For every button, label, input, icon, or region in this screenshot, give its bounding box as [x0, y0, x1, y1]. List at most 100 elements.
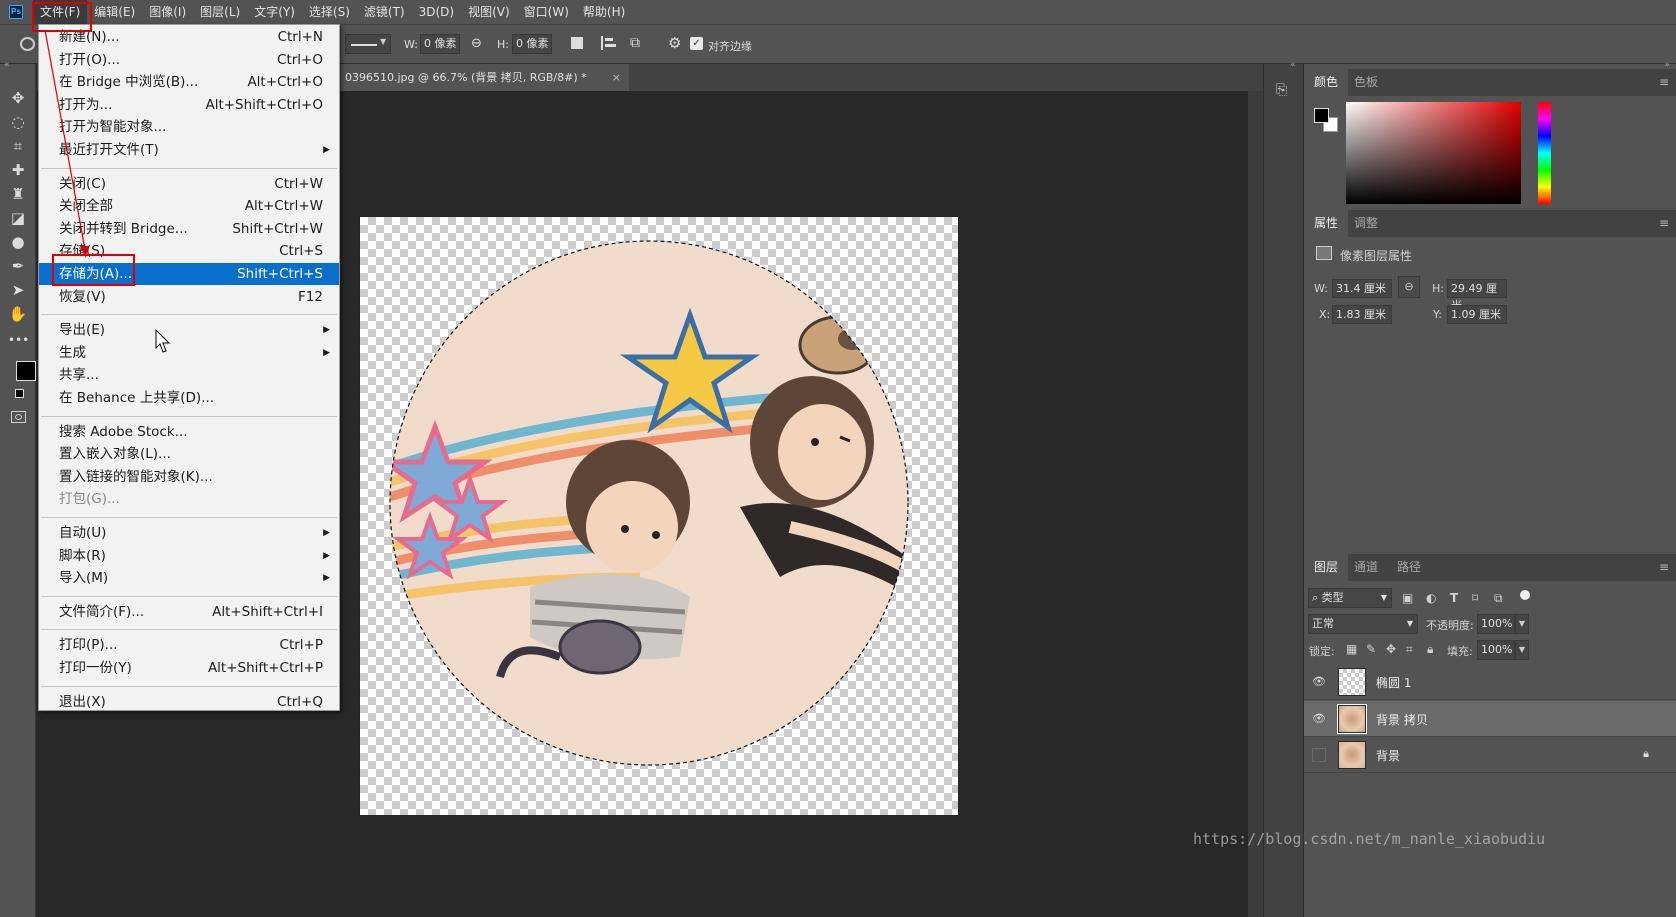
file-menu-item[interactable]: 搜索 Adobe Stock...	[39, 421, 339, 443]
file-menu-item[interactable]: 共享...	[39, 364, 339, 386]
file-menu-item[interactable]: 置入链接的智能对象(K)...	[39, 466, 339, 488]
annotation-arrow	[44, 29, 88, 258]
filter-adjustment-icon[interactable]: ◐	[1426, 591, 1436, 605]
menu-item-9[interactable]: 窗口(W)	[517, 0, 576, 24]
visibility-toggle-empty[interactable]	[1312, 748, 1326, 762]
menu-separator	[41, 415, 337, 417]
file-menu-item[interactable]: 脚本(R) ▶	[39, 545, 339, 567]
prop-height-input[interactable]: 29.49 厘米	[1447, 279, 1507, 312]
file-menu-item[interactable]: 置入嵌入对象(L)...	[39, 443, 339, 465]
gear-icon[interactable]: ⚙	[668, 34, 681, 52]
stroke-type-dropdown[interactable]: ▼	[345, 34, 391, 54]
menu-item-shortcut: Alt+Shift+Ctrl+P	[207, 660, 323, 676]
layer-row[interactable]: 👁︎ 背景 拷贝	[1304, 700, 1676, 737]
path-operations-icon[interactable]	[571, 37, 583, 49]
collapse-arrows-icon[interactable]: «	[1290, 60, 1296, 70]
menu-item-label: 打印(P)...	[59, 637, 118, 654]
file-menu-item[interactable]: 导出(E) ▶	[39, 319, 339, 341]
filter-pixel-icon[interactable]: ▣	[1402, 591, 1413, 605]
layer-row[interactable]: 👁︎ 椭圆 1	[1304, 664, 1676, 700]
filter-toggle-icon[interactable]	[1520, 590, 1530, 600]
menu-item-5[interactable]: 选择(S)	[302, 0, 357, 24]
tab-channels[interactable]: 通道	[1344, 554, 1388, 581]
filter-shape-icon[interactable]: ⌑	[1472, 591, 1478, 605]
history-panel-icon[interactable]: ⎘	[1276, 82, 1292, 100]
prop-y-input[interactable]: 1.09 厘米	[1447, 305, 1507, 324]
width-input[interactable]: 0 像素	[420, 34, 460, 54]
color-field[interactable]	[1346, 102, 1521, 204]
file-menu-item[interactable]: 生成 ▶	[39, 342, 339, 364]
menu-item-shortcut: Ctrl+S	[279, 243, 323, 260]
eye-icon[interactable]: 👁︎	[1312, 675, 1326, 689]
file-menu-item[interactable]: 打印一份(Y) Alt+Shift+Ctrl+P	[39, 657, 339, 679]
opacity-dropdown-arrow[interactable]: ▼	[1515, 614, 1529, 634]
eye-icon[interactable]: 👁︎	[1312, 712, 1326, 726]
height-label: H:	[497, 38, 509, 51]
lock-label: 锁定:	[1309, 645, 1335, 658]
panel-menu-icon[interactable]: ≡	[1659, 554, 1669, 581]
lock-position-icon[interactable]: ✥	[1386, 642, 1396, 656]
panel-menu-icon[interactable]: ≡	[1659, 210, 1669, 237]
lock-pixels-icon[interactable]: ✎	[1366, 642, 1376, 656]
menu-item-6[interactable]: 滤镜(T)	[357, 0, 412, 24]
swap-colors-icon[interactable]	[15, 389, 24, 398]
document-tab-title: 0396510.jpg @ 66.7% (背景 拷贝, RGB/8#) *	[345, 71, 587, 84]
document-canvas[interactable]	[359, 216, 959, 816]
menu-item-3[interactable]: 图层(L)	[193, 0, 247, 24]
path-alignment-icon[interactable]	[601, 36, 616, 50]
file-menu-item[interactable]: 打印(P)... Ctrl+P	[39, 634, 339, 656]
tab-color[interactable]: 颜色	[1304, 69, 1349, 96]
document-tab[interactable]: 0396510.jpg @ 66.7% (背景 拷贝, RGB/8#) * ×	[337, 64, 629, 91]
collapsed-panel-strip: « ⎘	[1263, 60, 1303, 917]
menu-item-shortcut: Alt+Shift+Ctrl+I	[212, 603, 323, 620]
submenu-arrow-icon: ▶	[323, 145, 330, 155]
file-menu-item[interactable]: 在 Behance 上共享(D)...	[39, 387, 339, 409]
file-menu-item[interactable]: 自动(U) ▶	[39, 522, 339, 544]
tab-layers[interactable]: 图层	[1304, 554, 1349, 581]
lock-artboard-icon[interactable]: ⌗	[1406, 642, 1413, 657]
filter-smart-object-icon[interactable]: ⧉	[1494, 591, 1503, 606]
right-panels: » 颜色 色板 ≡ 属性 调整 ≡ 像素图层属性 W: 31.4 厘米 ⊖ H:…	[1303, 60, 1676, 917]
opacity-input[interactable]: 100%	[1477, 614, 1515, 634]
hand-tool-icon[interactable]: ✋	[8, 304, 28, 324]
vertical-scrollbar[interactable]	[1248, 91, 1263, 917]
more-tools-icon[interactable]: •••	[8, 330, 29, 350]
prop-width-input[interactable]: 31.4 厘米	[1332, 279, 1392, 298]
lock-all-icon[interactable]: 🔒︎	[1427, 642, 1433, 657]
link-icon[interactable]: ⊖	[471, 36, 482, 51]
fill-dropdown-arrow[interactable]: ▼	[1515, 640, 1529, 660]
align-edges-checkbox[interactable]: ✓	[690, 37, 703, 50]
quick-mask-icon[interactable]	[11, 411, 26, 423]
foreground-color-swatch[interactable]	[16, 361, 36, 381]
file-menu-item: 打包(G)...	[39, 488, 339, 510]
blend-mode-dropdown[interactable]: 正常 ▼	[1308, 614, 1418, 634]
menu-item-4[interactable]: 文字(Y)	[247, 0, 302, 24]
foreground-color-chip[interactable]	[1314, 108, 1329, 123]
link-dimensions-icon[interactable]: ⊖	[1398, 276, 1420, 298]
height-input[interactable]: 0 像素	[512, 34, 552, 54]
file-menu-item[interactable]: 退出(X) Ctrl+Q	[39, 691, 339, 713]
layer-name: 背景	[1376, 749, 1401, 763]
layer-filter-dropdown[interactable]: ⌕ 类型 ▼	[1308, 588, 1392, 608]
properties-title: 像素图层属性	[1340, 249, 1413, 263]
tab-paths[interactable]: 路径	[1387, 554, 1431, 581]
file-menu-item[interactable]: 导入(M) ▶	[39, 567, 339, 589]
fill-input[interactable]: 100%	[1477, 640, 1515, 660]
panel-menu-icon[interactable]: ≡	[1659, 69, 1669, 96]
layer-filter-value: 类型	[1321, 591, 1344, 604]
prop-x-input[interactable]: 1.83 厘米	[1332, 305, 1392, 324]
menu-item-10[interactable]: 帮助(H)	[576, 0, 632, 24]
hue-slider[interactable]	[1538, 102, 1551, 204]
file-menu-item[interactable]: 文件简介(F)... Alt+Shift+Ctrl+I	[39, 601, 339, 623]
tab-adjustments[interactable]: 调整	[1344, 210, 1388, 237]
menu-item-8[interactable]: 视图(V)	[461, 0, 517, 24]
menu-item-shortcut: Shift+Ctrl+W	[232, 220, 323, 237]
tab-properties[interactable]: 属性	[1304, 210, 1349, 237]
close-icon[interactable]: ×	[612, 64, 621, 91]
layer-row[interactable]: 背景 🔒︎	[1304, 737, 1676, 773]
filter-type-icon[interactable]: T	[1450, 591, 1458, 605]
lock-transparency-icon[interactable]: ▦	[1346, 642, 1357, 656]
tab-swatches[interactable]: 色板	[1344, 69, 1388, 96]
menu-item-7[interactable]: 3D(D)	[412, 0, 461, 24]
path-arrangement-icon[interactable]: ⧉	[630, 35, 640, 51]
